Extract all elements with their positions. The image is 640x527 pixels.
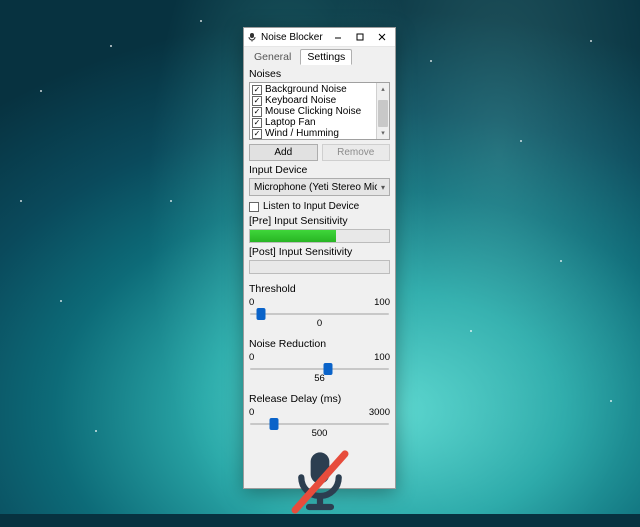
input-device-section: Input Device Microphone (Yeti Stereo Mic… [244, 161, 395, 212]
slider-min: 0 [249, 297, 254, 308]
post-sensitivity-meter [249, 260, 390, 274]
checkbox-icon[interactable] [252, 129, 262, 139]
scrollbar[interactable]: ▴ ▾ [376, 83, 389, 139]
close-button[interactable] [371, 28, 393, 46]
threshold-label: Threshold [249, 283, 390, 295]
dropdown-value: Microphone (Yeti Stereo Microph [254, 182, 377, 193]
checkbox-icon[interactable] [252, 118, 262, 128]
maximize-button[interactable] [349, 28, 371, 46]
tab-settings[interactable]: Settings [300, 49, 352, 65]
checkbox-icon[interactable] [252, 85, 262, 95]
release-delay-section: Release Delay (ms) 0 3000 500 [244, 390, 395, 439]
checkbox-icon[interactable] [252, 107, 262, 117]
slider-min: 0 [249, 407, 254, 418]
threshold-slider[interactable] [250, 313, 389, 315]
scroll-down-icon[interactable]: ▾ [377, 127, 389, 139]
list-item[interactable]: Laptop Fan [252, 117, 374, 128]
scroll-up-icon[interactable]: ▴ [377, 83, 389, 95]
list-item[interactable]: Mouse Clicking Noise [252, 106, 374, 117]
noises-list[interactable]: Background Noise Keyboard Noise Mouse Cl… [249, 82, 390, 140]
listen-checkbox-row[interactable]: Listen to Input Device [249, 201, 390, 212]
titlebar[interactable]: Noise Blocker [244, 28, 395, 47]
list-item[interactable]: Background Noise [252, 84, 374, 95]
post-sensitivity-section: [Post] Input Sensitivity [244, 243, 395, 274]
checkbox-icon[interactable] [249, 202, 259, 212]
chevron-down-icon: ▾ [381, 183, 385, 192]
window-title: Noise Blocker [261, 32, 327, 43]
tab-bar: General Settings [244, 47, 395, 65]
slider-max: 3000 [369, 407, 390, 418]
release-delay-slider[interactable] [250, 423, 389, 425]
slider-thumb[interactable] [257, 308, 266, 320]
pre-sensitivity-label: [Pre] Input Sensitivity [249, 215, 390, 227]
slider-thumb[interactable] [269, 418, 278, 430]
noise-reduction-section: Noise Reduction 0 100 56 [244, 335, 395, 384]
list-item-label: Keyboard Noise [265, 95, 336, 106]
list-item[interactable]: Keyboard Noise [252, 95, 374, 106]
list-item-label: Mouse Clicking Noise [265, 106, 361, 117]
listen-label: Listen to Input Device [263, 201, 359, 212]
threshold-section: Threshold 0 100 0 [244, 280, 395, 329]
list-item-label: Background Noise [265, 84, 347, 95]
slider-min: 0 [249, 352, 254, 363]
post-sensitivity-label: [Post] Input Sensitivity [249, 246, 390, 258]
list-item-label: Laptop Fan [265, 117, 316, 128]
input-device-label: Input Device [249, 164, 390, 176]
slider-max: 100 [374, 297, 390, 308]
list-item-label: Wind / Humming [265, 128, 339, 139]
release-delay-label: Release Delay (ms) [249, 393, 390, 405]
minimize-button[interactable] [327, 28, 349, 46]
noise-reduction-label: Noise Reduction [249, 338, 390, 350]
pre-sensitivity-section: [Pre] Input Sensitivity [244, 212, 395, 243]
slider-max: 100 [374, 352, 390, 363]
app-window: Noise Blocker General Settings Noises Ba… [243, 27, 396, 489]
pre-sensitivity-meter [249, 229, 390, 243]
add-button[interactable]: Add [249, 144, 318, 161]
noise-reduction-slider[interactable] [250, 368, 389, 370]
tab-general[interactable]: General [247, 49, 298, 65]
slider-thumb[interactable] [323, 363, 332, 375]
app-icon [246, 31, 258, 43]
remove-button: Remove [322, 144, 391, 161]
noises-label: Noises [249, 68, 390, 80]
noise-reduction-value: 56 [249, 373, 390, 384]
threshold-value: 0 [249, 318, 390, 329]
list-item[interactable]: Wind / Humming [252, 128, 374, 139]
input-device-dropdown[interactable]: Microphone (Yeti Stereo Microph ▾ [249, 178, 390, 196]
noises-section: Noises Background Noise Keyboard Noise M… [244, 65, 395, 161]
checkbox-icon[interactable] [252, 96, 262, 106]
